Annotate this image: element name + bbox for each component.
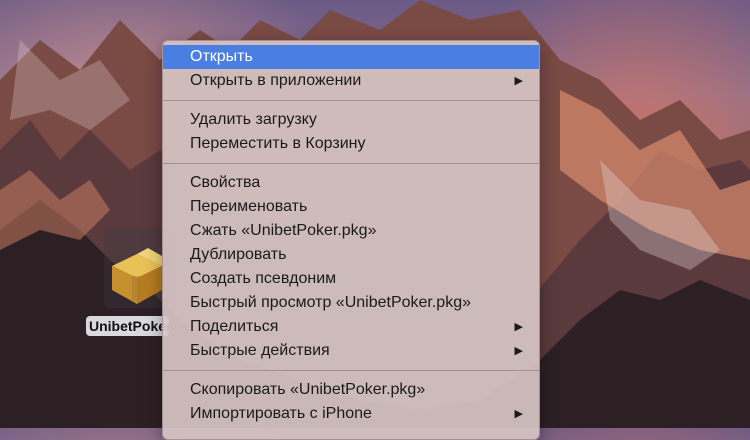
menu-item[interactable]: Переместить в Корзину [163,132,539,156]
menu-item[interactable]: Переименовать [163,195,539,219]
menu-separator [163,100,539,101]
file-name-label: UnibetPoker.pkg [86,316,169,336]
menu-item[interactable]: Удалить загрузку [163,108,539,132]
menu-item-label: Переместить в Корзину [190,135,366,152]
menu-item-label: Открыть в приложении [190,72,362,89]
menu-item[interactable]: Скопировать «UnibetPoker.pkg» [163,378,539,402]
menu-item[interactable]: Импортировать с iPhone ▶ [163,402,539,426]
menu-item-label: Быстрый просмотр «UnibetPoker.pkg» [190,294,471,311]
menu-item[interactable]: Сжать «UnibetPoker.pkg» [163,219,539,243]
submenu-arrow-icon: ▶ [514,408,523,420]
menu-item-label: Удалить загрузку [190,111,317,128]
menu-item-label: Создать псевдоним [190,270,337,287]
menu-item-label: Свойства [190,174,261,191]
menu-item[interactable]: Открыть [163,45,539,69]
menu-item[interactable]: Свойства [163,171,539,195]
menu-item[interactable]: Открыть в приложении ▶ [163,69,539,93]
package-icon [104,228,170,308]
menu-item-label: Скопировать «UnibetPoker.pkg» [190,381,426,398]
menu-item[interactable]: Быстрый просмотр «UnibetPoker.pkg» [163,291,539,315]
menu-item[interactable]: Быстрые действия ▶ [163,339,539,363]
menu-item-label: Быстрые действия [190,342,330,359]
menu-item-label: Импортировать с iPhone [190,405,372,422]
submenu-arrow-icon: ▶ [514,345,523,357]
menu-item[interactable]: Поделиться ▶ [163,315,539,339]
menu-item[interactable]: Дублировать [163,243,539,267]
menu-item-label: Поделиться [190,318,279,335]
menu-item-label: Открыть [190,48,253,65]
menu-item-label: Переименовать [190,198,308,215]
menu-item-label: Дублировать [190,246,287,263]
menu-separator [163,370,539,371]
submenu-arrow-icon: ▶ [514,321,523,333]
menu-item[interactable]: Создать псевдоним [163,267,539,291]
menu-item-label: Сжать «UnibetPoker.pkg» [190,222,377,239]
menu-separator [163,163,539,164]
desktop-file-icon[interactable]: UnibetPoker.pkg [86,228,170,340]
submenu-arrow-icon: ▶ [514,75,523,87]
context-menu: Открыть Открыть в приложении ▶ Удалить загр… [162,40,540,440]
